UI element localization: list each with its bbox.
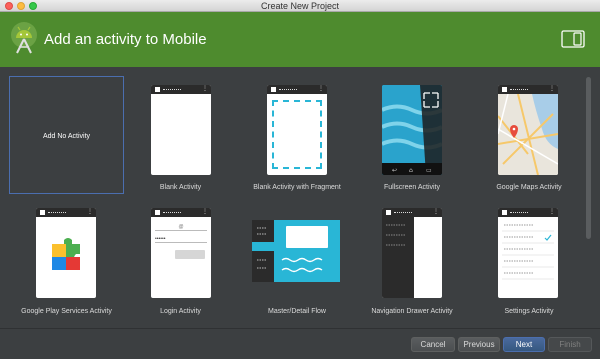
- activity-label: Blank Activity: [159, 184, 202, 191]
- activity-tile-master-detail[interactable]: Master/Detail Flow: [242, 200, 352, 320]
- navigation-drawer-preview: ⋮: [382, 208, 442, 298]
- activity-tile-google-maps[interactable]: ⋮ Google Maps Activity: [474, 76, 584, 196]
- activity-tile-fullscreen[interactable]: ↩ ⌂ ▭ Fullscreen Activity: [357, 76, 467, 196]
- svg-text:↩: ↩: [392, 167, 397, 174]
- activity-label: Fullscreen Activity: [383, 184, 441, 191]
- svg-text:▭: ▭: [426, 167, 432, 174]
- activity-tile-add-no-activity[interactable]: Add No Activity: [9, 76, 124, 194]
- finish-button[interactable]: Finish: [548, 337, 592, 352]
- activity-tile-google-play-services[interactable]: ⋮ Google Play Services Activity: [9, 200, 124, 320]
- puzzle-piece-icon: [52, 238, 80, 270]
- activity-tile-login[interactable]: ⋮ @ •••••• Login Activity: [128, 200, 233, 320]
- activity-label: Login Activity: [160, 308, 201, 315]
- previous-button[interactable]: Previous: [458, 337, 500, 352]
- activity-tile-blank-fragment[interactable]: ⋮ Blank Activity with Fragment: [242, 76, 352, 196]
- settings-preview: ⋮: [498, 208, 558, 298]
- activity-label: Google Play Services Activity: [21, 308, 112, 315]
- login-email-preview: @: [155, 224, 207, 231]
- fullscreen-preview: ↩ ⌂ ▭: [382, 85, 442, 175]
- master-detail-preview: [252, 220, 340, 282]
- gallery-scrollbar[interactable]: [585, 75, 593, 319]
- next-button[interactable]: Next: [503, 337, 545, 352]
- wizard-header: Add an activity to Mobile: [0, 12, 600, 67]
- tablet-phone-icon: [561, 30, 585, 48]
- google-maps-preview: ⋮: [498, 85, 558, 175]
- activity-label: Master/Detail Flow: [268, 308, 326, 315]
- login-password-preview: ••••••: [155, 236, 207, 243]
- cancel-button[interactable]: Cancel: [411, 337, 455, 352]
- activity-label: Add No Activity: [42, 133, 91, 140]
- blank-activity-preview: ⋮: [151, 85, 211, 175]
- activity-label: Navigation Drawer Activity: [371, 308, 453, 315]
- page-title: Add an activity to Mobile: [44, 31, 207, 48]
- login-button-preview: [175, 250, 205, 259]
- activity-label: Settings Activity: [504, 308, 554, 315]
- activity-label: Blank Activity with Fragment: [253, 184, 341, 191]
- window-titlebar: Create New Project: [0, 0, 600, 12]
- blank-fragment-preview: ⋮: [267, 85, 327, 175]
- play-services-preview: ⋮: [36, 208, 96, 298]
- login-preview: ⋮ @ ••••••: [151, 208, 211, 298]
- activity-label: Google Maps Activity: [496, 184, 562, 191]
- svg-text:⌂: ⌂: [409, 167, 413, 174]
- android-studio-logo-icon: [11, 22, 37, 54]
- scrollbar-thumb[interactable]: [586, 77, 591, 239]
- activity-tile-blank[interactable]: ⋮ Blank Activity: [128, 76, 233, 196]
- window-title: Create New Project: [260, 1, 340, 11]
- activity-tile-navigation-drawer[interactable]: ⋮ Navigation Drawer Activity: [357, 200, 467, 320]
- activity-tile-settings[interactable]: ⋮ Settings Activity: [474, 200, 584, 320]
